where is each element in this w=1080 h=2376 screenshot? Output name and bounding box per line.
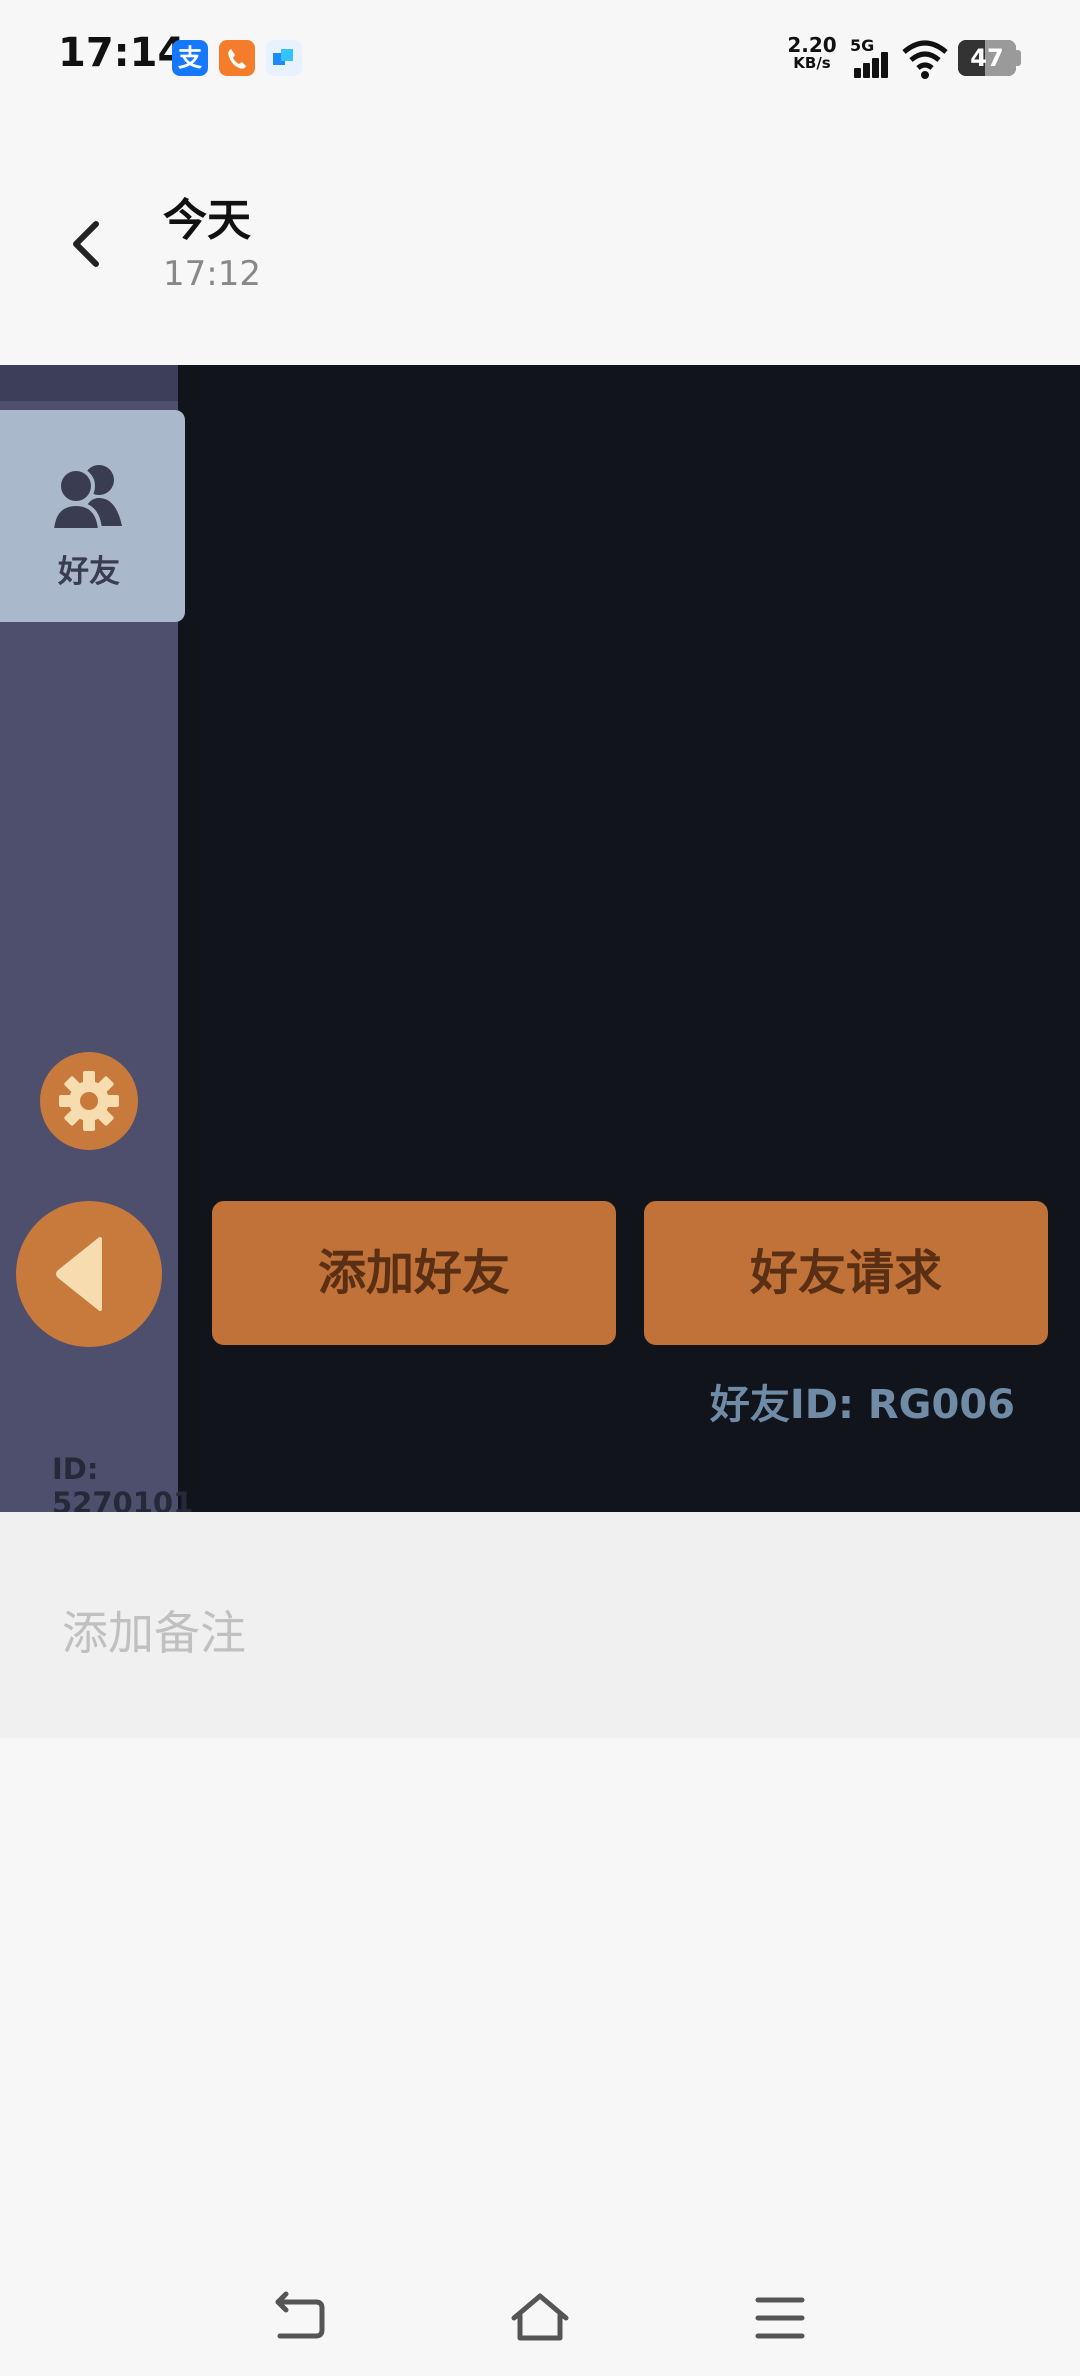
friend-requests-button[interactable]: 好友请求 (644, 1201, 1048, 1345)
battery-level: 47 (970, 44, 1004, 72)
system-nav-bar (0, 2250, 1080, 2376)
gear-icon (59, 1071, 119, 1131)
collapse-button[interactable] (16, 1201, 162, 1347)
game-sidebar: 好友 ID: 5270101 (0, 365, 193, 1512)
alipay-icon: 支 (172, 40, 208, 76)
nav-home-button[interactable] (510, 2290, 570, 2346)
network-speed: 2.20 KB/s (782, 33, 842, 72)
page-subtitle-time: 17:12 (163, 254, 261, 294)
add-note-field[interactable]: 添加备注 (0, 1512, 1080, 1738)
menu-icon (755, 2297, 805, 2339)
user-id: ID: 5270101 (52, 1452, 194, 1512)
app-notification-icon (266, 40, 302, 76)
sidebar-top-strip (0, 365, 178, 401)
nav-back-icon (275, 2291, 325, 2339)
add-friend-button[interactable]: 添加好友 (212, 1201, 616, 1345)
tab-friends[interactable]: 好友 (0, 410, 185, 622)
header: 今天 17:12 (0, 150, 1080, 350)
battery-cap (1016, 50, 1021, 66)
network-speed-value: 2.20 (787, 33, 837, 57)
signal-icon (852, 52, 892, 78)
nav-menu-button[interactable] (750, 2290, 810, 2346)
page-title: 今天 (163, 195, 251, 246)
game-screenshot[interactable]: 好友 ID: 5270101 添加好友 好友请求 好友ID: RG006 (0, 365, 1080, 1512)
tab-friends-label: 好友 (58, 554, 120, 590)
back-button[interactable] (50, 206, 126, 282)
phone-app-icon (219, 40, 255, 76)
add-note-placeholder: 添加备注 (62, 1606, 246, 1660)
status-bar: 17:14 支 2.20 KB/s 5G 47 (0, 0, 1080, 120)
nav-back-button[interactable] (270, 2290, 330, 2346)
status-time: 17:14 (58, 30, 186, 76)
friends-icon (52, 465, 122, 530)
triangle-left-icon (56, 1237, 102, 1311)
wifi-icon (902, 40, 948, 80)
screen: 17:14 支 2.20 KB/s 5G 47 今天 17:12 好友 ID: … (0, 0, 1080, 2376)
home-icon (511, 2293, 569, 2341)
battery-icon: 47 (958, 40, 1016, 76)
chevron-left-icon (73, 221, 99, 267)
friend-id: 好友ID: RG006 (709, 1382, 1015, 1428)
settings-button[interactable] (40, 1052, 138, 1150)
